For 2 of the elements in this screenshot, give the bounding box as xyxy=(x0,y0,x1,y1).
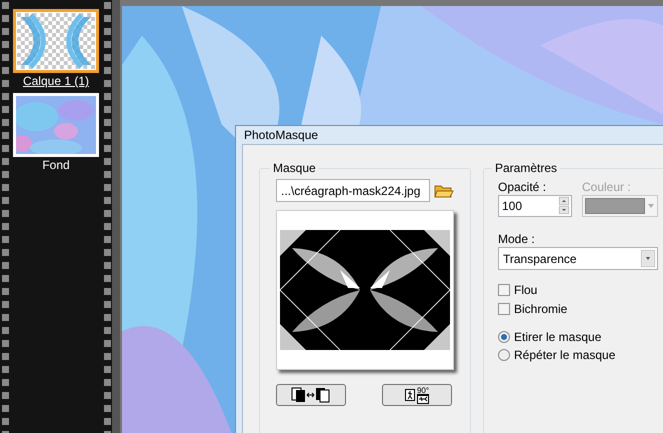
layer-name: Fond xyxy=(42,157,70,173)
layer-name: Calque 1 (1) xyxy=(22,73,90,89)
